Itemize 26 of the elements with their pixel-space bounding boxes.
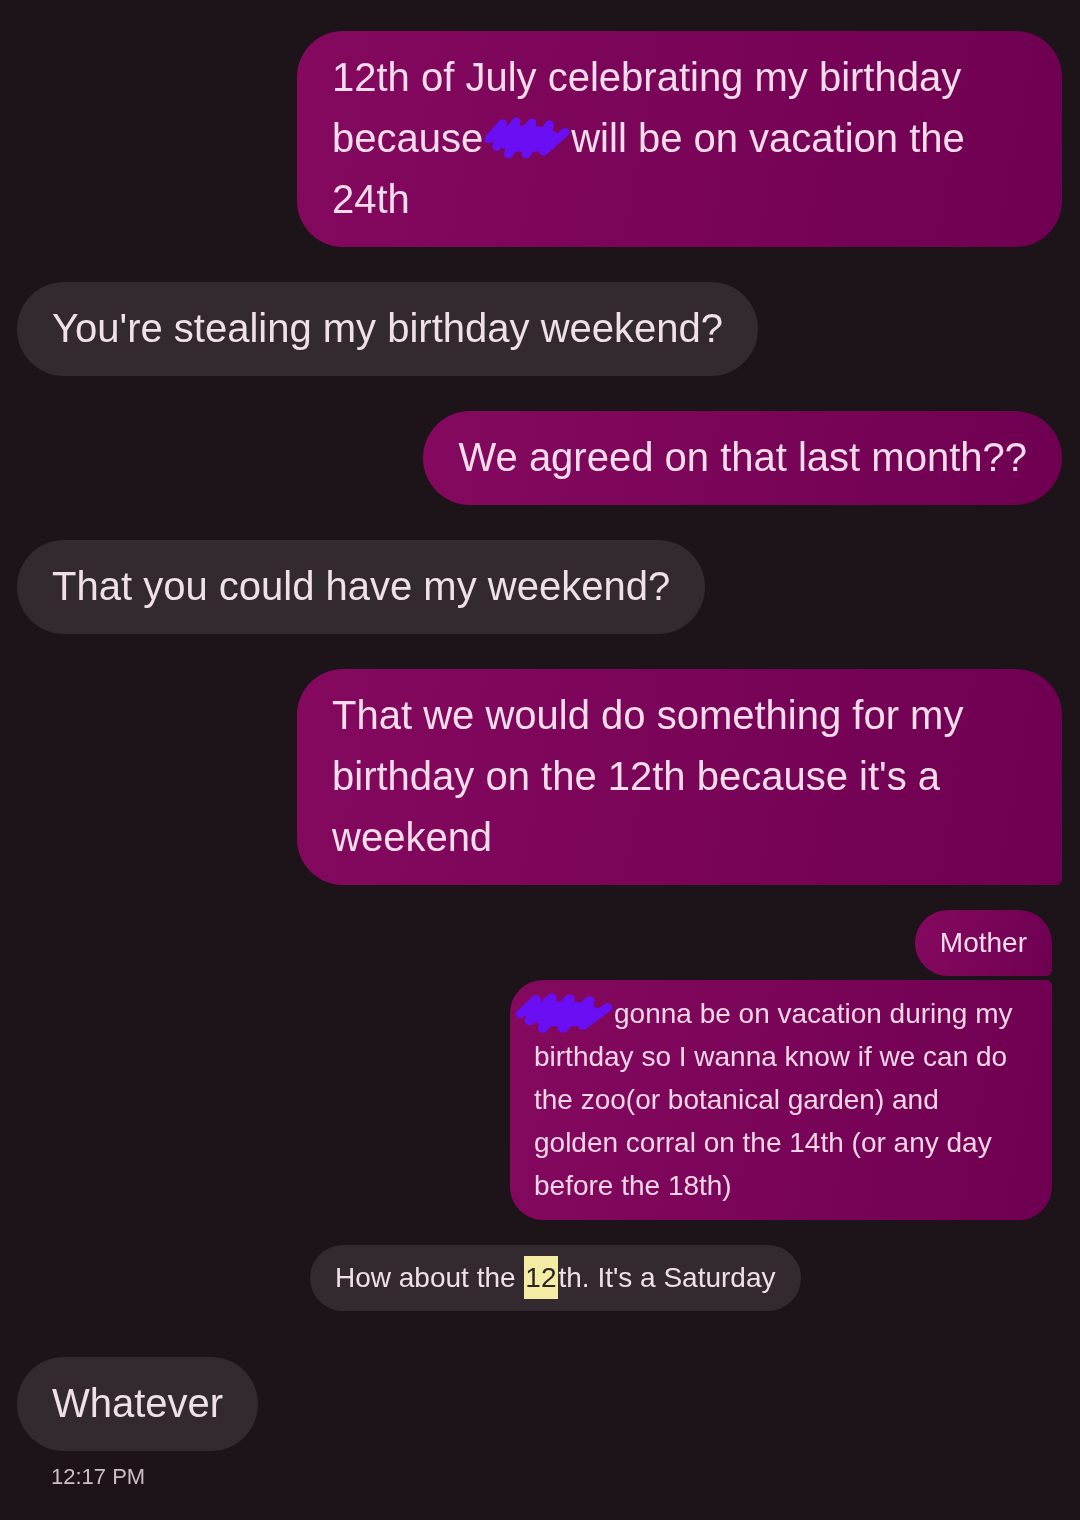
message-text: Whatever (52, 1380, 224, 1427)
message-text: You're stealing my birthday weekend? (52, 305, 723, 352)
message-bubble[interactable]: That you could have my weekend? (17, 540, 706, 634)
message-text: gonna be on vacation during my (614, 997, 1013, 1031)
message-bubble[interactable]: How about the 12th. It's a Saturday (310, 1245, 801, 1311)
message-bubble[interactable]: We agreed on that last month?? (423, 411, 1062, 505)
timestamp: 12:17 PM (51, 1463, 146, 1491)
message-text: will be on vacation the (571, 115, 965, 162)
message-bubble[interactable]: You're stealing my birthday weekend? (17, 282, 758, 376)
scribble-icon (483, 116, 572, 160)
scribble-icon (514, 992, 614, 1034)
message-text: birthday so I wanna know if we can do the zoo(or botanical garden) and golden corral on the 14th (or any day before the 18th) (534, 1040, 1009, 1203)
message-text: 12th of July celebrating my birthday (332, 54, 962, 101)
message-text: th. It's a Saturday (558, 1261, 776, 1295)
quoted-message-bubble[interactable]: gonna be on vacation during my birthday so I wanna know if we can do the zoo(or botanical garden) and golden corral on the 14th (or any day before the 18th) (510, 980, 1052, 1220)
highlighted-text: 12 (524, 1256, 558, 1299)
message-text: That we would do something for my birthday on the 12th because it's a weekend (332, 692, 965, 861)
message-text: because (332, 115, 484, 162)
message-text: We agreed on that last month?? (458, 434, 1027, 481)
message-bubble[interactable]: That we would do something for my birthday on the 12th because it's a weekend (297, 669, 1062, 885)
message-text: How about the (335, 1261, 517, 1295)
quote-label: Mother (914, 910, 1052, 976)
message-bubble[interactable]: 12th of July celebrating my birthday because will be on vacation the 24th (297, 31, 1062, 247)
message-text: That you could have my weekend? (52, 563, 671, 610)
message-bubble[interactable]: Whatever (17, 1357, 259, 1451)
message-text: 24th (332, 176, 410, 223)
